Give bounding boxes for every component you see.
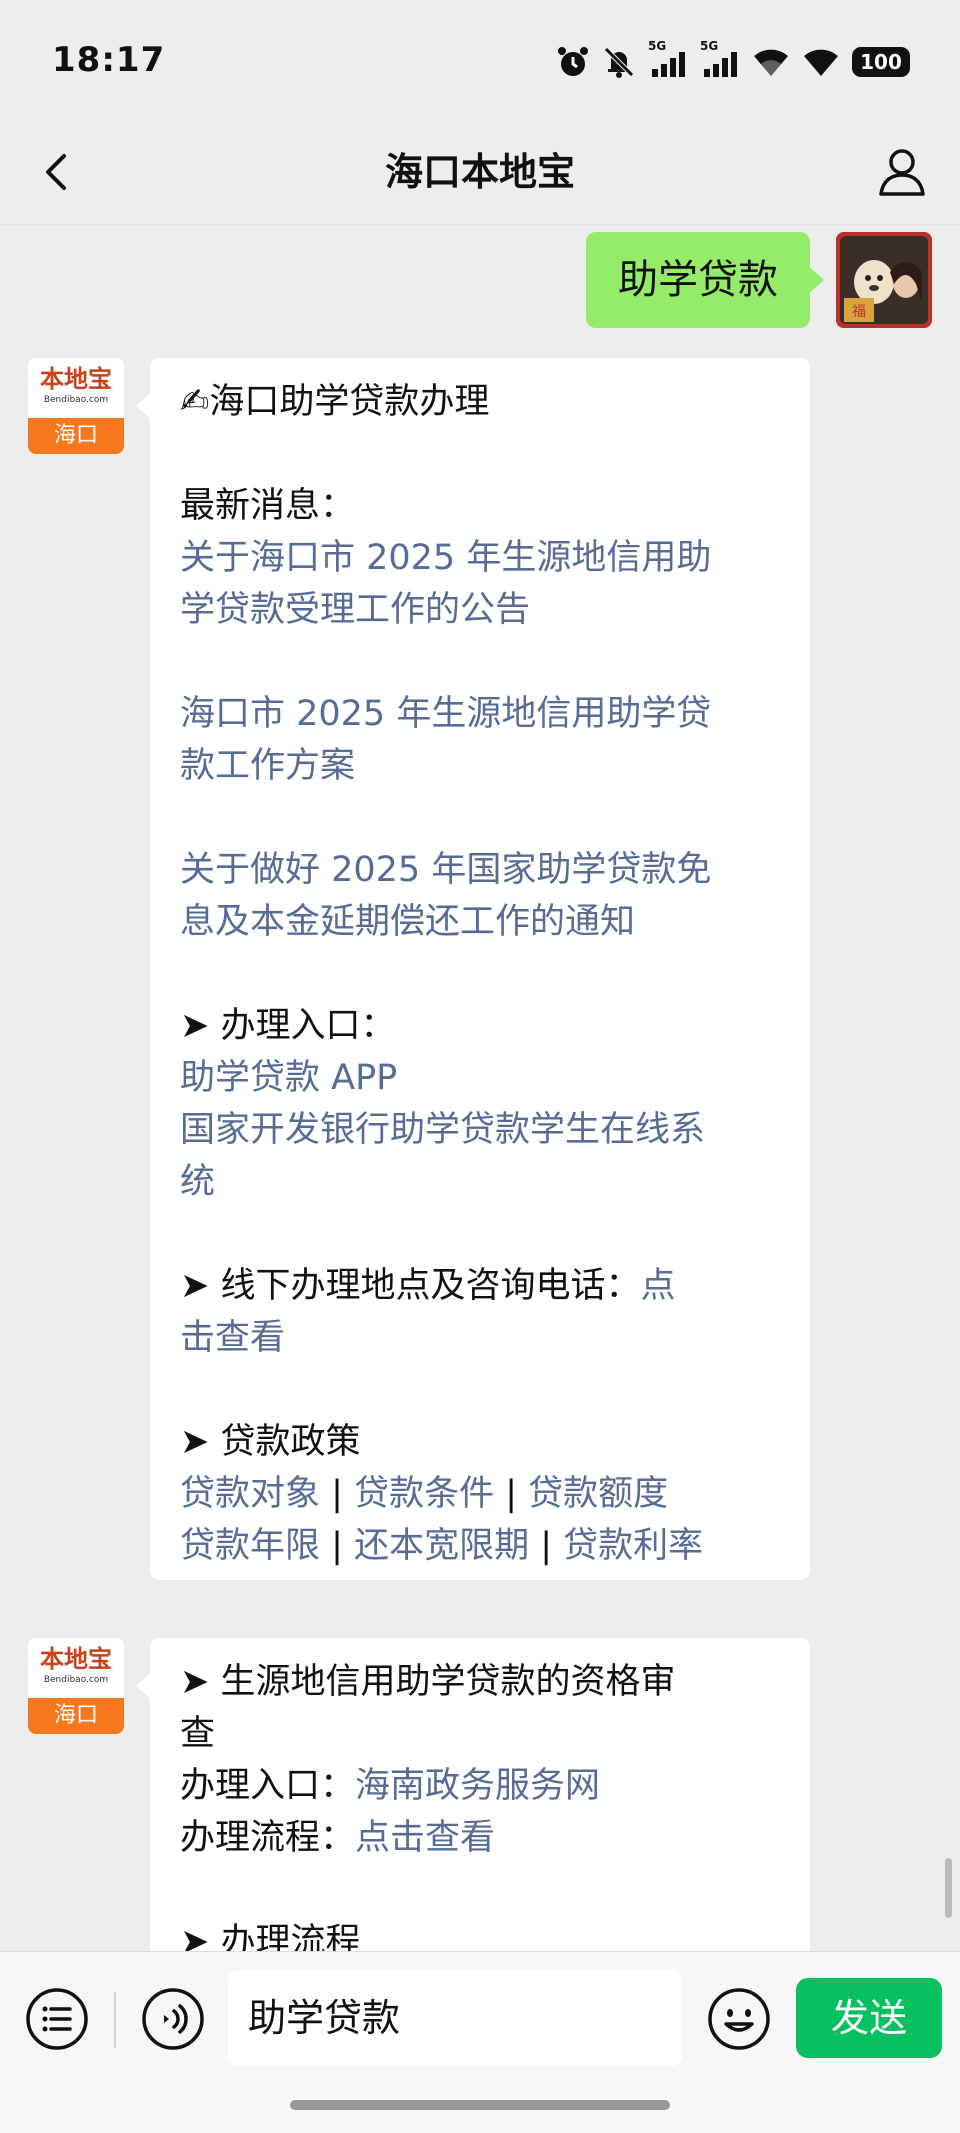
entry-line: 办理入口：海南政务服务网	[180, 1760, 780, 1812]
wifi-icon	[804, 49, 838, 76]
divider	[114, 1992, 116, 2048]
qualification-heading-cont: 查	[180, 1714, 216, 1754]
separator: |	[494, 1474, 529, 1514]
offline-label: ➤ 线下办理地点及咨询电话：	[180, 1266, 641, 1306]
entry-label: ➤ 办理入口：	[180, 1006, 396, 1046]
bot-message: 本地宝 Bendibao.com 海口 ➤ 生源地信用助学贷款的资格审 查 办理…	[28, 1638, 810, 1951]
alarm-icon	[558, 47, 588, 76]
list-menu-icon[interactable]	[24, 1986, 90, 2052]
send-button[interactable]: 发送	[796, 1978, 942, 2058]
offline-view-link-cont[interactable]: 击查看	[180, 1312, 780, 1364]
separator: |	[320, 1526, 355, 1566]
news-link-1-cont[interactable]: 学贷款受理工作的公告	[180, 584, 780, 636]
status-icons: 5G 5G 100	[556, 39, 910, 82]
voice-icon[interactable]	[140, 1986, 206, 2052]
news-link-3[interactable]: 关于做好 2025 年国家助学贷款免	[180, 844, 780, 896]
latest-news-label: 最新消息：	[180, 486, 356, 526]
person-icon[interactable]	[872, 142, 932, 202]
news-link-3-cont[interactable]: 息及本金延期偿还工作的通知	[180, 896, 780, 948]
svg-text:福: 福	[852, 304, 866, 320]
qualification-heading: ➤ 生源地信用助学贷款的资格审	[180, 1662, 676, 1702]
process-heading: ➤ 办理流程	[180, 1922, 361, 1951]
status-bar: 18:17 5G 5G 100	[0, 0, 960, 120]
news-link-1[interactable]: 关于海口市 2025 年生源地信用助	[180, 532, 780, 584]
bot-logo: 本地宝 Bendibao.com	[28, 358, 124, 416]
news-link-2[interactable]: 海口市 2025 年生源地信用助学贷	[180, 688, 780, 740]
emoji-icon[interactable]	[706, 1986, 772, 2052]
user-message-bubble[interactable]: 助学贷款	[586, 232, 824, 328]
bot-message-bubble: ➤ 生源地信用助学贷款的资格审 查 办理入口：海南政务服务网 办理流程：点击查看…	[136, 1638, 810, 1951]
bot-avatar[interactable]: 本地宝 Bendibao.com 海口	[28, 1638, 124, 1734]
process-view-link[interactable]: 点击查看	[355, 1818, 495, 1858]
policy-links-row: 贷款年限 | 还本宽限期 | 贷款利率	[180, 1520, 780, 1572]
policy-link-amount[interactable]: 贷款额度	[528, 1474, 668, 1514]
bot-logo-domain: Bendibao.com	[43, 1675, 109, 1685]
policy-label: ➤ 贷款政策	[180, 1422, 361, 1462]
message-title: ✍海口助学贷款办理	[180, 382, 490, 422]
wifi-icon	[754, 49, 788, 76]
bot-message-bubble: ✍海口助学贷款办理 最新消息： 关于海口市 2025 年生源地信用助 学贷款受理…	[136, 358, 810, 1580]
user-avatar[interactable]: 福	[836, 232, 932, 328]
policy-links-row: 贷款对象 | 贷款条件 | 贷款额度	[180, 1468, 780, 1520]
bot-avatar[interactable]: 本地宝 Bendibao.com 海口	[28, 358, 124, 454]
offline-view-link[interactable]: 点	[640, 1266, 675, 1306]
signal-icon: 5G	[700, 39, 740, 79]
policy-link-target[interactable]: 贷款对象	[180, 1474, 320, 1514]
policy-link-conditions[interactable]: 贷款条件	[354, 1474, 494, 1514]
signal-icon: 5G	[648, 39, 688, 79]
chat-area[interactable]: 助学贷款 福 本地宝 Bendibao.com 海口 ✍海口助学贷款办理 最新消…	[0, 226, 960, 1951]
scrollbar[interactable]	[945, 1858, 952, 1918]
policy-link-term[interactable]: 贷款年限	[180, 1526, 320, 1566]
entry-label: 办理入口：	[180, 1766, 356, 1806]
policy-link-grace-period[interactable]: 还本宽限期	[354, 1526, 529, 1566]
policy-link-interest-rate[interactable]: 贷款利率	[563, 1526, 703, 1566]
page-title: 海口本地宝	[384, 150, 575, 194]
bot-logo: 本地宝 Bendibao.com	[28, 1638, 124, 1696]
bot-logo-text: 本地宝	[40, 1644, 112, 1673]
offline-info-line: ➤ 线下办理地点及咨询电话：点	[180, 1260, 780, 1312]
home-indicator[interactable]	[290, 2100, 670, 2110]
separator: |	[320, 1474, 355, 1514]
process-line: 办理流程：点击查看	[180, 1812, 780, 1864]
online-system-link[interactable]: 国家开发银行助学贷款学生在线系	[180, 1104, 780, 1156]
battery-icon: 100	[852, 47, 910, 77]
signal-label: 5G	[648, 39, 667, 53]
mute-icon	[604, 47, 634, 78]
nav-bar: 海口本地宝	[0, 120, 960, 225]
bot-logo-city: 海口	[28, 418, 124, 454]
user-message: 助学贷款 福	[586, 232, 932, 328]
loan-app-link[interactable]: 助学贷款 APP	[180, 1052, 780, 1104]
chat-screen: 18:17 5G 5G 100 海口本地宝 助学贷款 福 本地宝 Bendiba…	[0, 0, 960, 2133]
status-time: 18:17	[52, 40, 166, 80]
gov-service-link[interactable]: 海南政务服务网	[355, 1766, 600, 1806]
bot-logo-domain: Bendibao.com	[43, 395, 109, 405]
bot-message: 本地宝 Bendibao.com 海口 ✍海口助学贷款办理 最新消息： 关于海口…	[28, 358, 810, 1580]
separator: |	[529, 1526, 564, 1566]
online-system-link-cont[interactable]: 统	[180, 1156, 780, 1208]
message-input[interactable]: 助学贷款	[228, 1970, 682, 2066]
news-link-2-cont[interactable]: 款工作方案	[180, 740, 780, 792]
signal-label: 5G	[700, 39, 719, 53]
bot-logo-text: 本地宝	[40, 364, 112, 393]
process-label: 办理流程：	[180, 1818, 356, 1858]
bot-logo-city: 海口	[28, 1698, 124, 1734]
